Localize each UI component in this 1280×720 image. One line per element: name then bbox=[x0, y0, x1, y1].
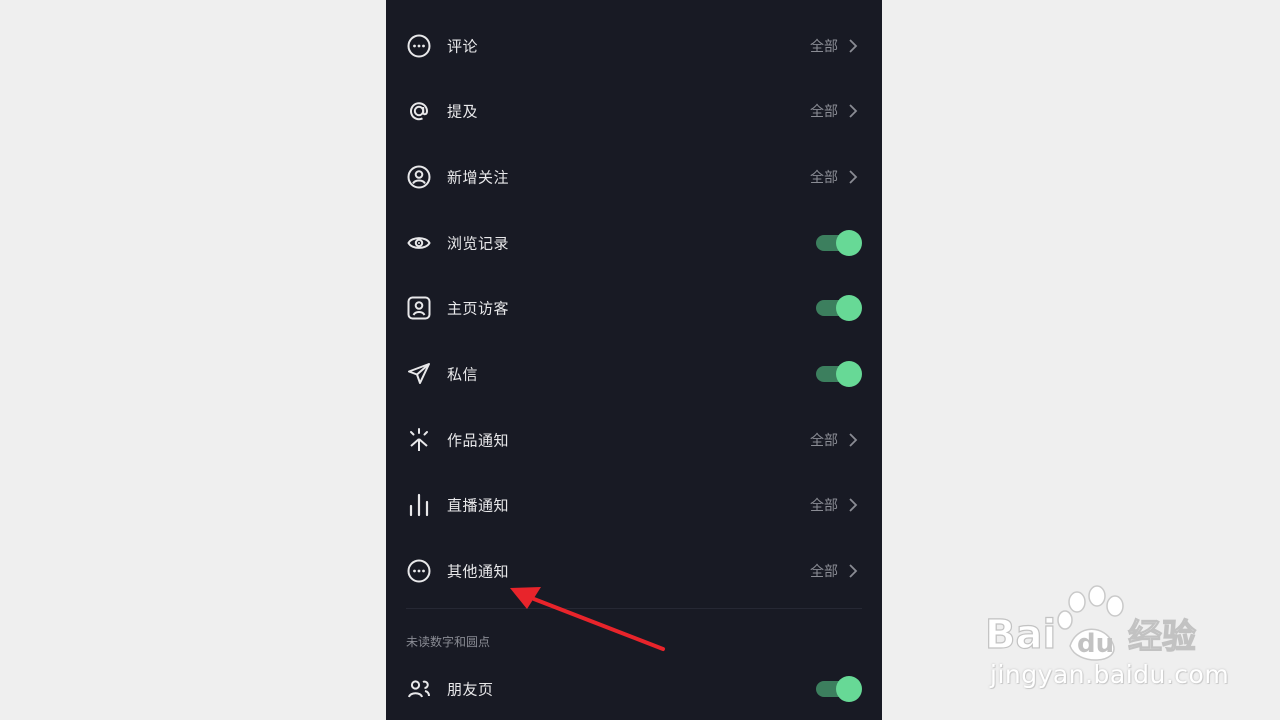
at-icon bbox=[406, 98, 432, 124]
user-square-icon bbox=[406, 295, 432, 321]
svg-text:经验: 经验 bbox=[1128, 617, 1196, 657]
row-live-notification[interactable]: 直播通知 全部 bbox=[386, 472, 882, 538]
chevron-right-icon bbox=[848, 432, 858, 448]
row-new-followers[interactable]: 新增关注 全部 bbox=[386, 144, 882, 210]
row-label: 新增关注 bbox=[447, 168, 510, 187]
svg-text:Bai: Bai bbox=[985, 612, 1056, 658]
toggle-switch[interactable] bbox=[816, 295, 862, 321]
row-other-notification[interactable]: 其他通知 全部 bbox=[386, 538, 882, 604]
chevron-right-icon bbox=[848, 103, 858, 119]
comment-icon bbox=[406, 33, 432, 59]
more-circle-icon bbox=[406, 558, 432, 584]
settings-panel: 评论 全部 提及 全部 新增关注 全部 浏览记录 主页访客 私信 作品通知 全部… bbox=[386, 0, 882, 720]
friends-icon bbox=[406, 676, 432, 702]
row-mention[interactable]: 提及 全部 bbox=[386, 78, 882, 144]
row-friends-page: 朋友页 bbox=[386, 656, 882, 720]
row-label: 朋友页 bbox=[447, 680, 494, 699]
row-label: 直播通知 bbox=[447, 496, 510, 515]
row-label: 主页访客 bbox=[447, 299, 510, 318]
row-label: 提及 bbox=[447, 102, 479, 121]
row-value: 全部 bbox=[810, 433, 838, 449]
row-direct-message: 私信 bbox=[386, 341, 882, 407]
sparkle-icon bbox=[406, 427, 432, 453]
row-comment[interactable]: 评论 全部 bbox=[386, 13, 882, 79]
row-value: 全部 bbox=[810, 170, 838, 186]
user-circle-icon bbox=[406, 164, 432, 190]
row-value: 全部 bbox=[810, 39, 838, 55]
row-label: 浏览记录 bbox=[447, 234, 510, 253]
row-value: 全部 bbox=[810, 104, 838, 120]
section-label: 未读数字和圆点 bbox=[406, 635, 491, 649]
toggle-switch[interactable] bbox=[816, 230, 862, 256]
row-label: 评论 bbox=[447, 37, 479, 56]
chevron-right-icon bbox=[848, 169, 858, 185]
chevron-right-icon bbox=[848, 563, 858, 579]
watermark-url: jingyan.baidu.com bbox=[990, 660, 1230, 689]
eye-icon bbox=[406, 230, 432, 256]
toggle-switch[interactable] bbox=[816, 676, 862, 702]
row-value: 全部 bbox=[810, 498, 838, 514]
row-browse-history: 浏览记录 bbox=[386, 210, 882, 276]
section-divider bbox=[406, 608, 862, 609]
svg-text:du: du bbox=[1077, 629, 1114, 659]
toggle-switch[interactable] bbox=[816, 361, 862, 387]
row-works-notification[interactable]: 作品通知 全部 bbox=[386, 407, 882, 473]
row-value: 全部 bbox=[810, 564, 838, 580]
bars-icon bbox=[406, 492, 432, 518]
chevron-right-icon bbox=[848, 497, 858, 513]
row-label: 其他通知 bbox=[447, 562, 510, 581]
row-profile-visitors: 主页访客 bbox=[386, 275, 882, 341]
send-icon bbox=[406, 361, 432, 387]
chevron-right-icon bbox=[848, 38, 858, 54]
row-label: 作品通知 bbox=[447, 431, 510, 450]
row-label: 私信 bbox=[447, 365, 479, 384]
